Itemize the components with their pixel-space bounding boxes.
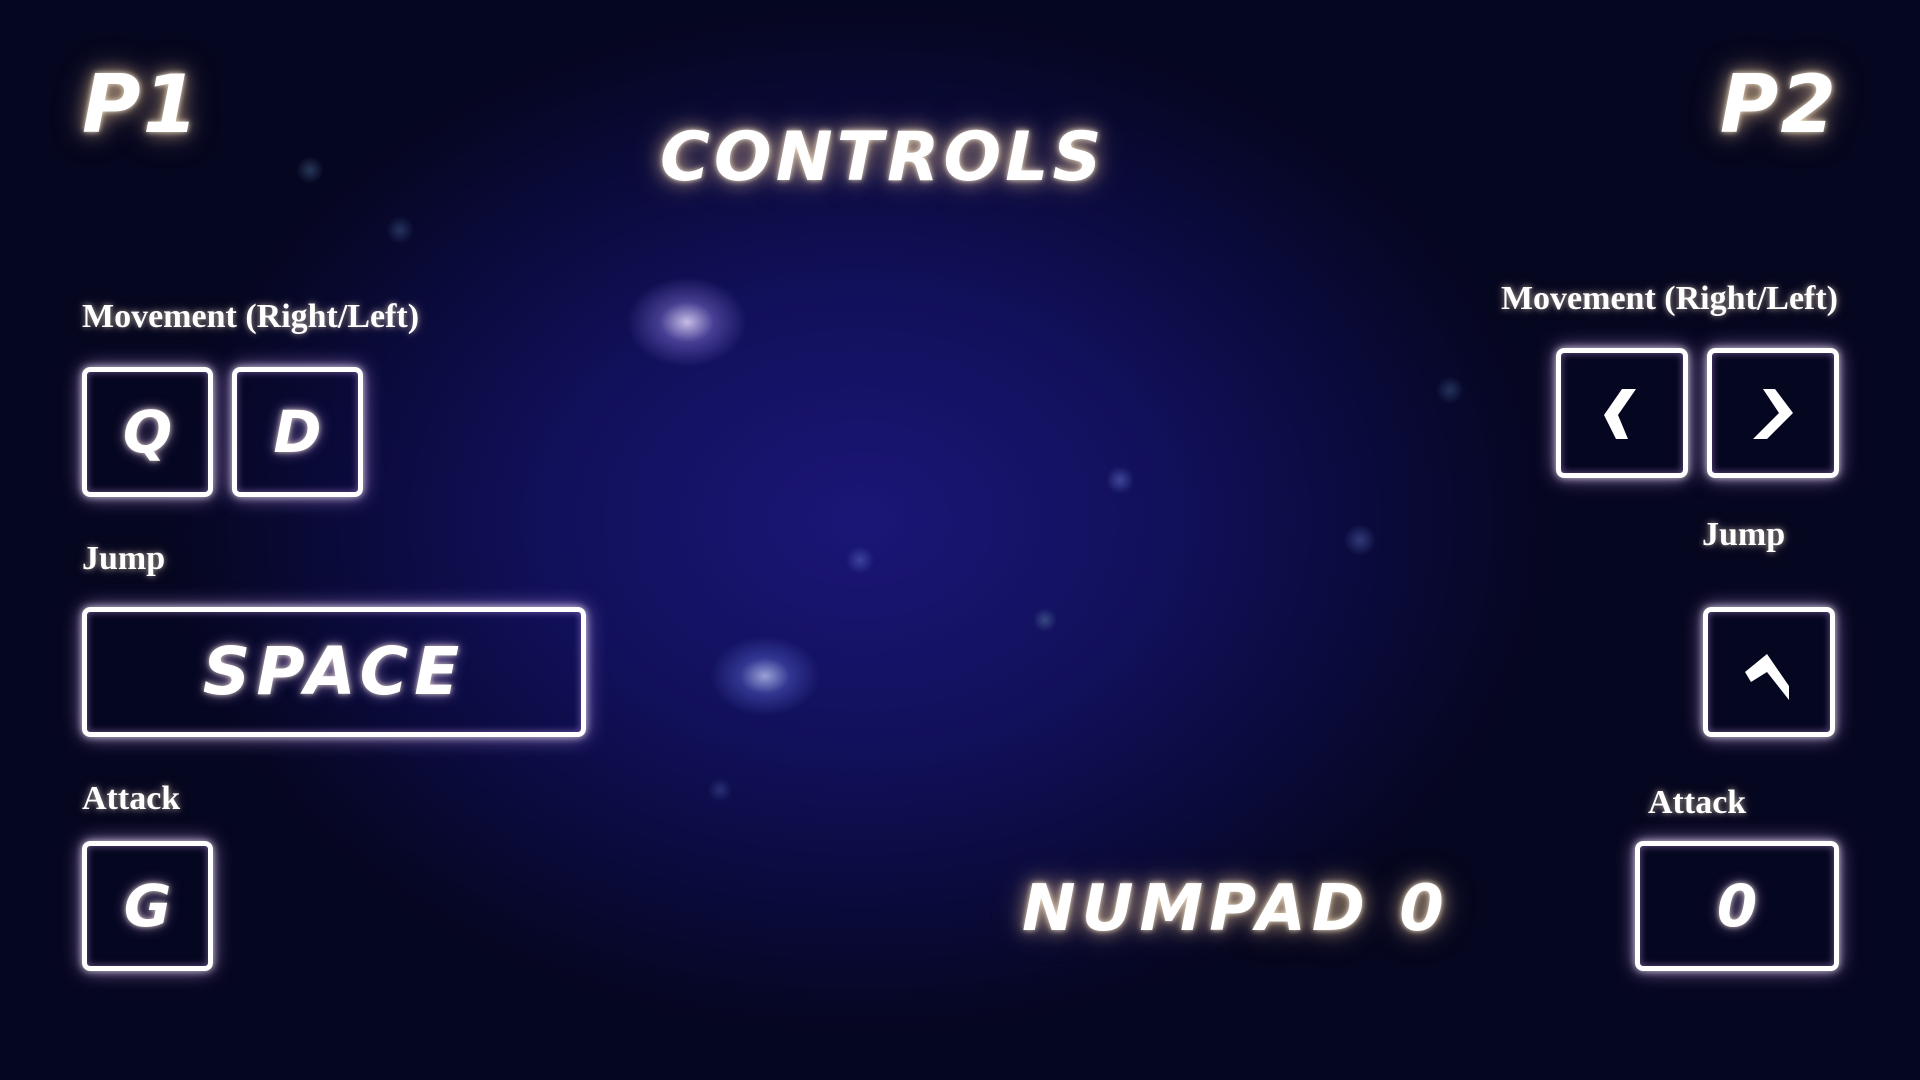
page-title: CONTROLS (660, 118, 1106, 197)
up-arrow-icon (1745, 654, 1789, 700)
p1-jump-key[interactable]: SPACE (82, 607, 586, 737)
p2-movement-right-key[interactable] (1707, 348, 1839, 478)
p2-jump-label: Jump (1702, 516, 1786, 553)
p1-movement-right-key[interactable]: D (232, 367, 363, 497)
key-space-label: SPACE (202, 633, 466, 710)
key-g-label: G (123, 872, 172, 940)
p1-movement-left-key[interactable]: Q (82, 367, 213, 497)
numpad-key-label: NUMPAD 0 (1022, 872, 1450, 946)
p2-movement-left-key[interactable] (1556, 348, 1688, 478)
p1-jump-label: Jump (82, 540, 166, 577)
p2-label: P2 (1719, 58, 1838, 151)
key-0-label: 0 (1716, 872, 1758, 940)
p1-attack-key[interactable]: G (82, 841, 213, 971)
right-arrow-icon (1753, 389, 1793, 439)
p2-jump-key[interactable] (1703, 607, 1835, 737)
p1-attack-label: Attack (82, 780, 181, 817)
p1-movement-label: Movement (Right/Left) (82, 298, 420, 335)
p1-label: P1 (82, 58, 201, 151)
p2-attack-key[interactable]: 0 (1635, 841, 1839, 971)
key-d-label: D (273, 398, 322, 466)
p2-movement-label: Movement (Right/Left) (1500, 280, 1838, 317)
p2-attack-label: Attack (1648, 784, 1747, 821)
key-q-label: Q (122, 398, 173, 466)
left-arrow-icon (1604, 389, 1636, 439)
